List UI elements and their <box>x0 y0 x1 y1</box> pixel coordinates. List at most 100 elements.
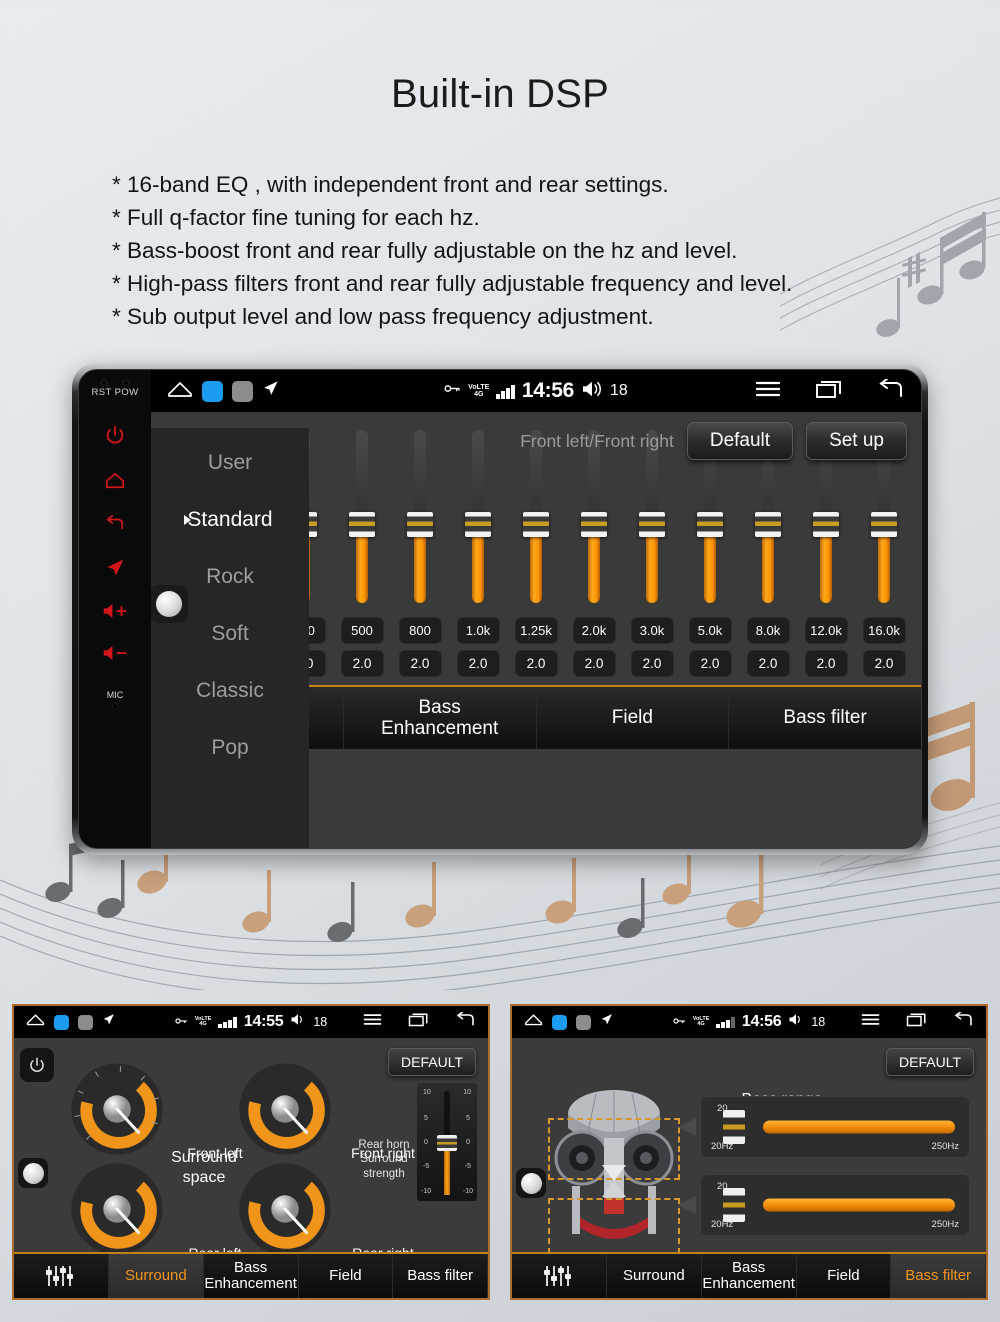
slider-knob[interactable] <box>723 1188 745 1222</box>
tab-bass-enhancement[interactable]: Bass Enhancement <box>203 1254 299 1298</box>
volume-down-button[interactable] <box>102 644 128 662</box>
eq-qvalue-chip[interactable]: 2.0 <box>630 650 674 677</box>
tab-bass-filter[interactable]: Bass filter <box>891 1254 986 1298</box>
tab-equalizer[interactable] <box>512 1254 607 1298</box>
eq-frequency-chip[interactable]: 3.0k <box>630 617 674 644</box>
eq-frequency-chip[interactable]: 12.0k <box>804 617 848 644</box>
recents-icon[interactable] <box>815 379 843 404</box>
eq-frequency-chip[interactable]: 8.0k <box>746 617 790 644</box>
slider-track[interactable] <box>763 1198 955 1212</box>
eq-frequency-chip[interactable]: 500 <box>340 617 384 644</box>
surround-panel: DEFAULT Front left Front right Surround … <box>14 1038 488 1261</box>
hardware-rotary-knob[interactable] <box>18 1158 48 1188</box>
panel-power-button[interactable] <box>20 1048 54 1082</box>
eq-qvalue-chip[interactable]: 2.0 <box>688 650 732 677</box>
speaker-selection-box[interactable] <box>548 1118 680 1180</box>
volume-rotary-knob[interactable] <box>151 585 188 623</box>
bass-range-slider-front[interactable]: 20 20Hz 250Hz <box>700 1096 970 1158</box>
back-arrow-icon[interactable] <box>953 1011 974 1032</box>
speaker-selection-box[interactable] <box>548 1198 680 1254</box>
dashcam-app-icon[interactable] <box>576 1014 591 1030</box>
tab-bass-filter[interactable]: Bass filter <box>729 687 921 749</box>
eq-frequency-chip[interactable]: 1.0k <box>456 617 500 644</box>
slider-knob[interactable] <box>813 512 839 537</box>
navigation-arrow-icon[interactable] <box>102 1013 115 1031</box>
slider-track[interactable] <box>763 1120 955 1134</box>
power-button[interactable] <box>104 424 126 446</box>
recents-icon[interactable] <box>906 1012 927 1032</box>
recorder-app-icon[interactable] <box>552 1014 567 1030</box>
eq-qvalue-chip[interactable]: 2.0 <box>862 650 906 677</box>
default-button[interactable]: DEFAULT <box>388 1048 476 1076</box>
dial-front-right[interactable]: Front right <box>236 1060 415 1161</box>
preset-option-standard[interactable]: Standard <box>151 491 309 548</box>
home-icon[interactable] <box>167 380 193 403</box>
menu-icon[interactable] <box>363 1013 382 1031</box>
tab-surround[interactable]: Surround <box>607 1254 702 1298</box>
eq-frequency-chip[interactable]: 5.0k <box>688 617 732 644</box>
network-type-icon: VoLTE 4G <box>692 1015 710 1027</box>
setup-button[interactable]: Set up <box>806 422 907 460</box>
eq-frequency-chip[interactable]: 16.0k <box>862 617 906 644</box>
slider-knob[interactable] <box>349 512 375 537</box>
eq-qvalue-chip[interactable]: 2.0 <box>398 650 442 677</box>
meter-knob[interactable] <box>437 1135 457 1151</box>
back-button[interactable] <box>104 514 126 534</box>
tab-field[interactable]: Field <box>796 1254 892 1298</box>
default-button[interactable]: DEFAULT <box>886 1048 974 1076</box>
eq-qvalue-chip[interactable]: 2.0 <box>572 650 616 677</box>
recorder-app-icon[interactable] <box>202 380 223 402</box>
menu-icon[interactable] <box>755 380 781 403</box>
slider-knob[interactable] <box>755 512 781 537</box>
hardware-rotary-knob[interactable] <box>516 1168 546 1198</box>
home-button[interactable] <box>104 470 126 490</box>
slider-knob[interactable] <box>523 512 549 537</box>
slider-knob[interactable] <box>723 1110 745 1144</box>
volume-up-button[interactable] <box>102 602 128 620</box>
menu-icon[interactable] <box>861 1013 880 1031</box>
tab-bass-enhancement[interactable]: Bass Enhancement <box>343 687 537 749</box>
dial-rear-right[interactable]: Rear right <box>236 1160 414 1261</box>
eq-frequency-chip[interactable]: 2.0k <box>572 617 616 644</box>
home-icon[interactable] <box>26 1013 45 1031</box>
default-button[interactable]: Default <box>686 422 794 460</box>
recorder-app-icon[interactable] <box>54 1014 69 1030</box>
eq-qvalue-chip[interactable]: 2.0 <box>804 650 848 677</box>
slider-knob[interactable] <box>465 512 491 537</box>
rear-horn-strength-slider[interactable]: 10 10 5 5 0 0 -5 -5 -10 -10 <box>416 1082 478 1202</box>
eq-qvalue-chip[interactable]: 2.0 <box>456 650 500 677</box>
back-arrow-icon[interactable] <box>877 377 905 404</box>
slider-knob[interactable] <box>581 512 607 537</box>
back-arrow-icon[interactable] <box>455 1011 476 1032</box>
slider-knob[interactable] <box>639 512 665 537</box>
navigation-arrow-icon[interactable] <box>600 1013 613 1031</box>
dial-rear-left[interactable]: Rear left <box>68 1160 241 1261</box>
slider-knob[interactable] <box>871 512 897 537</box>
eq-frequency-chip[interactable]: 1.25k <box>514 617 558 644</box>
dashcam-app-icon[interactable] <box>232 380 253 402</box>
eq-frequency-chip[interactable]: 800 <box>398 617 442 644</box>
preset-option-user[interactable]: User <box>151 434 309 491</box>
preset-option-pop[interactable]: Pop <box>151 719 309 776</box>
navigation-button[interactable] <box>105 558 125 578</box>
tab-surround[interactable]: Surround <box>109 1254 204 1298</box>
tab-bass-filter[interactable]: Bass filter <box>393 1254 488 1298</box>
eq-qvalue-chip[interactable]: 2.0 <box>340 650 384 677</box>
slider-knob[interactable] <box>697 512 723 537</box>
navigation-arrow-icon[interactable] <box>262 380 279 402</box>
vpn-key-icon <box>175 1013 188 1031</box>
preset-option-classic[interactable]: Classic <box>151 662 309 719</box>
tab-equalizer[interactable] <box>14 1254 109 1298</box>
recents-icon[interactable] <box>408 1012 429 1032</box>
dial-front-left[interactable]: Front left <box>68 1060 243 1161</box>
tab-bass-enhancement[interactable]: Bass Enhancement <box>701 1254 797 1298</box>
tab-field[interactable]: Field <box>298 1254 394 1298</box>
tab-field[interactable]: Field <box>536 687 730 749</box>
eq-qvalue-chip[interactable]: 2.0 <box>514 650 558 677</box>
bass-range-slider-rear[interactable]: 20 20Hz 250Hz <box>700 1174 970 1236</box>
preset-dropdown-menu[interactable]: User Standard Rock Soft Classic Pop <box>151 428 309 848</box>
eq-qvalue-chip[interactable]: 2.0 <box>746 650 790 677</box>
home-icon[interactable] <box>524 1013 543 1031</box>
slider-knob[interactable] <box>407 512 433 537</box>
dashcam-app-icon[interactable] <box>78 1014 93 1030</box>
